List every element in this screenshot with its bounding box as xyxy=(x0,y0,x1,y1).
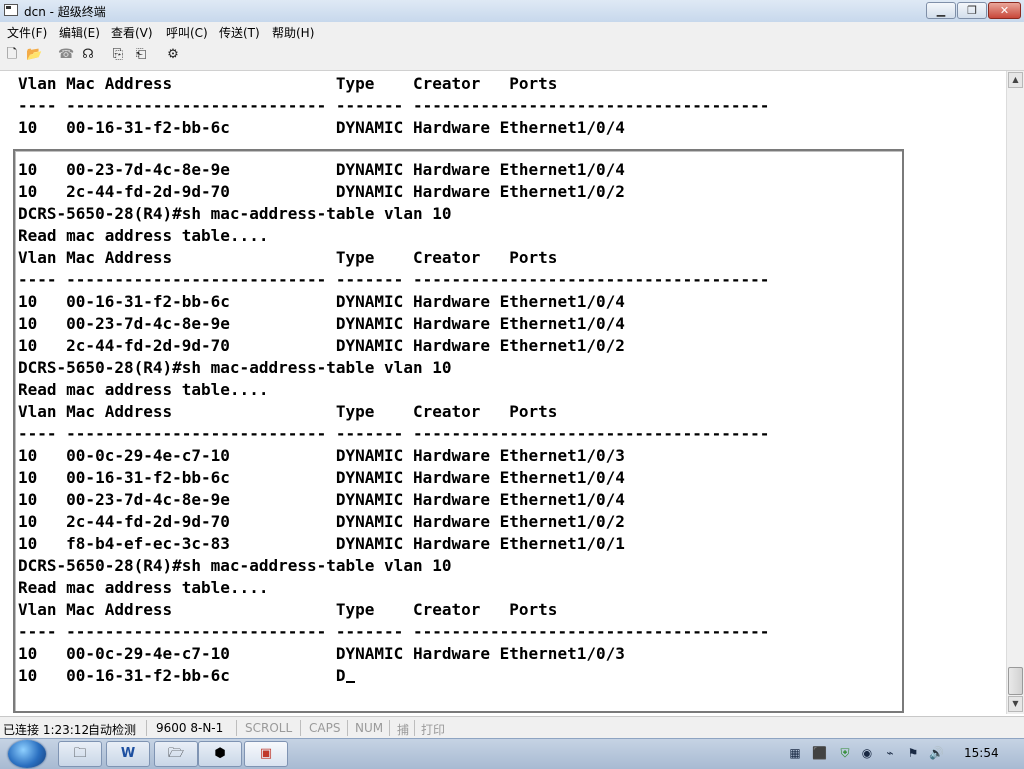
new-file-icon[interactable]: 🗋 xyxy=(5,48,19,62)
disconnect-icon[interactable]: ☊ xyxy=(81,48,95,62)
volume-icon[interactable]: 🔊 xyxy=(929,746,944,760)
terminal-line: 10 00-16-31-f2-bb-6c DYNAMIC Hardware Et… xyxy=(18,468,625,487)
taskbar-app-explorer[interactable]: 🗀 xyxy=(58,741,102,767)
terminal-line: 10 00-23-7d-4c-8e-9e DYNAMIC Hardware Et… xyxy=(18,160,625,179)
open-folder-icon[interactable]: 📂 xyxy=(26,48,42,62)
terminal-line: DCRS-5650-28(R4)#sh mac-address-table vl… xyxy=(18,204,452,223)
maximize-button[interactable]: ❐ xyxy=(957,2,987,19)
properties-icon[interactable]: ⚙ xyxy=(166,48,180,62)
start-button[interactable] xyxy=(8,740,46,768)
taskbar: 🗀 W 🗁 ⬢ ▣ ▦ ⬛ ⛨ ◉ ⌁ ⚑ 🔊 15:54 xyxy=(0,738,1024,769)
security-app-icon[interactable]: ◉ xyxy=(860,746,874,760)
arrow-up-icon: ▲ xyxy=(1012,75,1019,84)
taskbar-app-files[interactable]: 🗁 xyxy=(154,741,198,767)
status-divider xyxy=(236,720,237,736)
folder-icon: 🗀 xyxy=(73,746,87,761)
status-print: 打印 xyxy=(421,723,446,737)
terminal-last-line: 10 00-16-31-f2-bb-6c D xyxy=(18,666,346,685)
window-title: dcn - 超级终端 xyxy=(24,5,106,19)
status-divider xyxy=(146,720,147,736)
terminal-scrollback: Vlan Mac Address Type Creator Ports ----… xyxy=(18,73,978,139)
terminal-line: ---- --------------------------- -------… xyxy=(18,96,770,115)
status-bar: 已连接 1:23:12 自动检测 9600 8-N-1 SCROLL CAPS … xyxy=(0,716,1024,739)
package-icon: ⬢ xyxy=(214,746,226,761)
terminal-line: Read mac address table.... xyxy=(18,578,269,597)
terminal-area[interactable]: Vlan Mac Address Type Creator Ports ----… xyxy=(0,71,1006,714)
terminal-line: ---- --------------------------- -------… xyxy=(18,424,770,443)
taskbar-app-package[interactable]: ⬢ xyxy=(198,741,242,767)
terminal-line: 10 00-23-7d-4c-8e-9e DYNAMIC Hardware Et… xyxy=(18,314,625,333)
menu-bar: 文件(F) 编辑(E) 查看(V) 呼叫(C) 传送(T) 帮助(H) xyxy=(0,22,1024,42)
terminal-icon: ▣ xyxy=(259,746,273,761)
scroll-up-button[interactable]: ▲ xyxy=(1008,72,1023,88)
clock[interactable]: 15:54 xyxy=(964,746,999,760)
status-caps: CAPS xyxy=(309,721,341,735)
terminal-line: 10 00-0c-29-4e-c7-10 DYNAMIC Hardware Et… xyxy=(18,644,625,663)
status-detect: 自动检测 xyxy=(88,723,137,737)
menu-edit[interactable]: 编辑(E) xyxy=(59,24,100,41)
menu-help[interactable]: 帮助(H) xyxy=(272,24,314,41)
terminal-line: 10 2c-44-fd-2d-9d-70 DYNAMIC Hardware Et… xyxy=(18,512,625,531)
status-capture: 捕 xyxy=(397,723,410,737)
title-bar[interactable]: dcn - 超级终端 ▁ ❐ ✕ xyxy=(0,0,1024,23)
text-cursor xyxy=(345,681,355,683)
terminal-line: 10 00-0c-29-4e-c7-10 DYNAMIC Hardware Et… xyxy=(18,446,625,465)
minimize-button[interactable]: ▁ xyxy=(926,2,956,19)
terminal-line: ---- --------------------------- -------… xyxy=(18,270,770,289)
close-button[interactable]: ✕ xyxy=(988,2,1021,19)
hyperterminal-app-icon[interactable] xyxy=(4,4,18,16)
status-divider xyxy=(300,720,301,736)
minimize-icon: ▁ xyxy=(936,4,946,17)
menu-call[interactable]: 呼叫(C) xyxy=(166,24,208,41)
terminal-line: 10 2c-44-fd-2d-9d-70 DYNAMIC Hardware Et… xyxy=(18,182,625,201)
terminal-line: 10 f8-b4-ef-ec-3c-83 DYNAMIC Hardware Et… xyxy=(18,534,625,553)
receive-icon[interactable]: ⎗ xyxy=(134,48,148,62)
terminal-line: Vlan Mac Address Type Creator Ports xyxy=(18,600,558,619)
word-icon: W xyxy=(120,746,136,761)
status-connected: 已连接 1:23:12 xyxy=(3,723,90,737)
taskbar-app-word[interactable]: W xyxy=(106,741,150,767)
send-icon[interactable]: ⎘ xyxy=(111,48,125,62)
usb-device-icon[interactable]: ⌁ xyxy=(883,746,897,760)
arrow-down-icon: ▼ xyxy=(1012,699,1019,708)
toolbar: 🗋 📂 ☎ ☊ ⎘ ⎗ ⚙ xyxy=(0,42,1024,71)
flag-icon[interactable]: ⚑ xyxy=(906,746,920,760)
menu-transfer[interactable]: 传送(T) xyxy=(219,24,260,41)
terminal-line: Read mac address table.... xyxy=(18,226,269,245)
status-divider xyxy=(414,720,415,736)
phone-icon[interactable]: ☎ xyxy=(58,48,74,62)
terminal-line: 10 00-16-31-f2-bb-6c DYNAMIC Hardware Et… xyxy=(18,292,625,311)
taskbar-app-hyperterminal[interactable]: ▣ xyxy=(244,741,288,767)
scroll-down-button[interactable]: ▼ xyxy=(1008,696,1023,712)
menu-file[interactable]: 文件(F) xyxy=(7,24,47,41)
terminal-line: Read mac address table.... xyxy=(18,380,269,399)
status-baud: 9600 8-N-1 xyxy=(156,721,224,735)
shield-icon[interactable]: ⛨ xyxy=(838,746,852,760)
terminal-output: 10 00-23-7d-4c-8e-9e DYNAMIC Hardware Et… xyxy=(18,159,898,687)
scrollbar-thumb[interactable] xyxy=(1008,667,1023,695)
close-icon: ✕ xyxy=(999,4,1010,17)
terminal-line: 10 00-23-7d-4c-8e-9e DYNAMIC Hardware Et… xyxy=(18,490,625,509)
terminal-line: 10 00-16-31-f2-bb-6c DYNAMIC Hardware Et… xyxy=(18,118,625,137)
status-scroll: SCROLL xyxy=(245,721,293,735)
terminal-line: ---- --------------------------- -------… xyxy=(18,622,770,641)
terminal-line: Vlan Mac Address Type Creator Ports xyxy=(18,402,558,421)
terminal-line: Vlan Mac Address Type Creator Ports xyxy=(18,74,558,93)
terminal-line: DCRS-5650-28(R4)#sh mac-address-table vl… xyxy=(18,556,452,575)
terminal-line: DCRS-5650-28(R4)#sh mac-address-table vl… xyxy=(18,358,452,377)
terminal-line: Vlan Mac Address Type Creator Ports xyxy=(18,248,558,267)
terminal-line: 10 2c-44-fd-2d-9d-70 DYNAMIC Hardware Et… xyxy=(18,336,625,355)
vertical-scrollbar[interactable]: ▲ ▼ xyxy=(1006,71,1024,714)
film-icon[interactable]: ▦ xyxy=(788,746,802,760)
restore-icon: ❐ xyxy=(967,4,977,17)
terminal-screen-frame[interactable]: 10 00-23-7d-4c-8e-9e DYNAMIC Hardware Et… xyxy=(13,149,904,713)
menu-view[interactable]: 查看(V) xyxy=(111,24,153,41)
network-icon[interactable]: ⬛ xyxy=(812,746,827,760)
status-num: NUM xyxy=(355,721,384,735)
status-divider xyxy=(389,720,390,736)
file-manager-icon: 🗁 xyxy=(168,746,185,761)
status-divider xyxy=(347,720,348,736)
